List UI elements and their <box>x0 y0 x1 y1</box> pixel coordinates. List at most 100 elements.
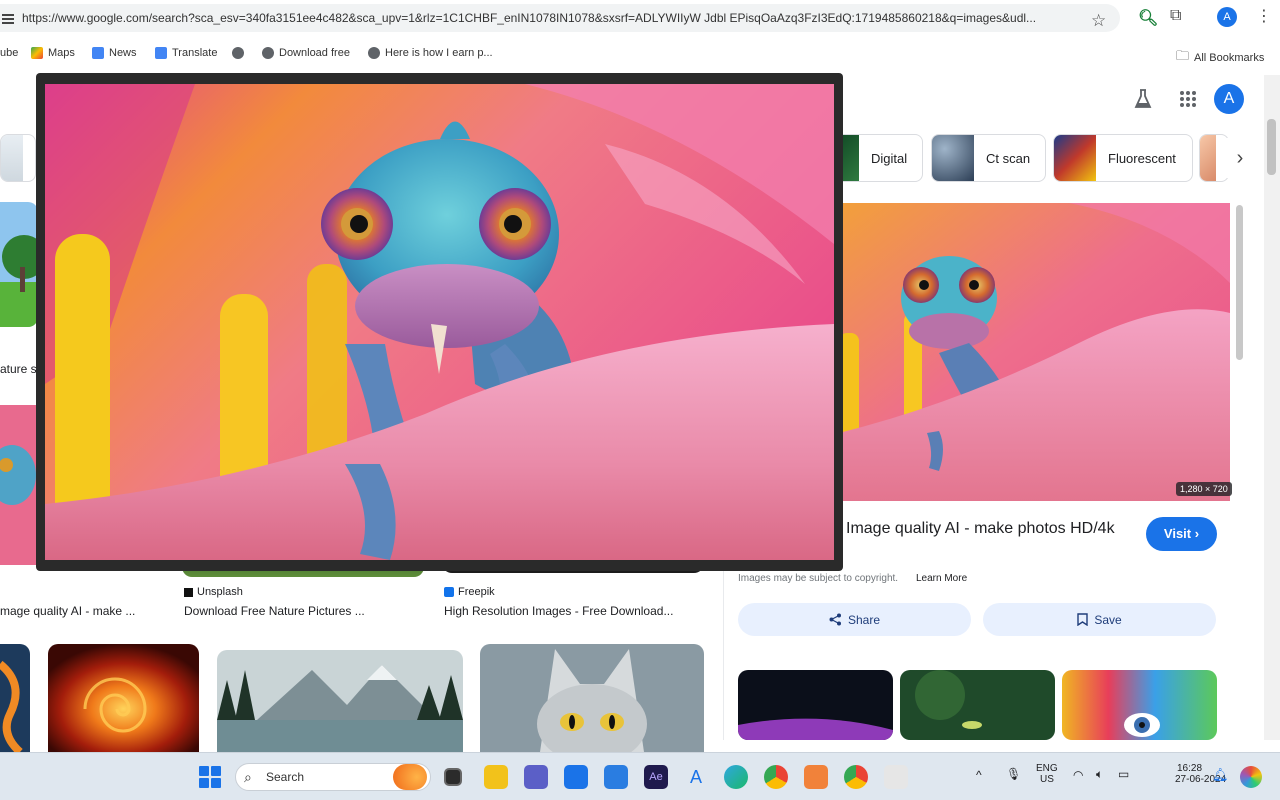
visit-label: Visit <box>1163 526 1192 541</box>
chip-fluorescent[interactable]: Fluorescent <box>1053 134 1193 182</box>
battery-icon[interactable]: ▭ <box>1118 767 1129 781</box>
xampp-icon[interactable] <box>804 765 828 789</box>
zoomed-chameleon-image[interactable] <box>45 84 834 560</box>
save-label: Save <box>1094 612 1122 627</box>
search-highlight-icon[interactable] <box>393 764 427 790</box>
tray-chevron-icon[interactable]: ^ <box>976 768 982 782</box>
result-source-unsplash[interactable]: Unsplash <box>184 586 243 598</box>
page-scrollbar-thumb[interactable] <box>1267 119 1276 175</box>
google-account-avatar[interactable]: A <box>1214 84 1244 114</box>
wifi-icon[interactable]: ◠ <box>1073 768 1083 782</box>
bookmark-news[interactable]: News <box>92 47 137 59</box>
unsplash-icon <box>184 587 193 597</box>
chip-label: Fluorescent <box>1108 150 1176 166</box>
file-explorer-icon[interactable] <box>484 765 508 789</box>
preview-image-chameleon[interactable] <box>839 203 1230 501</box>
bookmark-star-icon[interactable]: ☆ <box>1091 11 1106 31</box>
chip-thumbnail <box>1200 135 1216 181</box>
chameleon-zoom-art <box>45 84 834 560</box>
chrome-profile-icon[interactable] <box>844 765 868 789</box>
task-view-icon[interactable] <box>444 768 462 786</box>
translate-app-icon[interactable]: A <box>684 765 708 789</box>
bookmark-save-icon <box>1077 613 1089 626</box>
chip-thumbnail <box>1054 135 1096 181</box>
bookmark-maps[interactable]: Maps <box>31 47 75 59</box>
bookmark-youtube[interactable]: ube <box>0 47 18 59</box>
source-label: Freepik <box>458 586 495 598</box>
snipping-tool-icon[interactable] <box>884 765 908 789</box>
bookmark-label: Download free <box>279 47 350 59</box>
mountain-lake-image <box>217 650 463 752</box>
learn-more-link[interactable]: Learn More <box>916 573 967 584</box>
google-lens-icon[interactable]: 🔍︎ <box>1138 8 1158 28</box>
chameleon-preview-art <box>839 203 1230 501</box>
save-button[interactable]: Save <box>983 603 1216 636</box>
bookmark-translate[interactable]: Translate <box>155 47 217 59</box>
panel-scrollbar-thumb[interactable] <box>1236 205 1243 360</box>
windows-start-icon[interactable] <box>199 766 221 788</box>
result-title-freepik[interactable]: High Resolution Images - Free Download..… <box>444 604 706 618</box>
related-image-rainbow-face[interactable] <box>1062 670 1217 740</box>
site-info-icon[interactable] <box>2 14 14 24</box>
all-bookmarks[interactable]: 🗀 All Bookmarks <box>1176 47 1264 69</box>
chip-ct-scan[interactable]: Ct scan <box>931 134 1046 182</box>
result-image-nature-tree[interactable] <box>0 202 38 327</box>
notification-bell-icon[interactable]: 🔔︎ <box>1212 767 1229 783</box>
address-bar-row: https://www.google.com/search?sca_esv=34… <box>0 0 1280 36</box>
bookmark-globe[interactable] <box>232 47 244 59</box>
chips-next-chevron-icon[interactable]: › <box>1222 138 1258 178</box>
google-apps-icon[interactable] <box>1180 91 1196 107</box>
browser-menu-icon[interactable]: ⋮ <box>1256 6 1272 26</box>
volume-icon[interactable]: 🔈︎ <box>1096 767 1103 782</box>
mail-icon[interactable] <box>564 765 588 789</box>
address-bar[interactable]: https://www.google.com/search?sca_esv=34… <box>0 4 1120 32</box>
bookmark-label: News <box>109 47 137 59</box>
after-effects-icon[interactable]: Ae <box>644 765 668 789</box>
labs-flask-icon[interactable] <box>1134 89 1152 109</box>
copilot-icon[interactable] <box>1240 766 1262 788</box>
bookmark-download-free[interactable]: Download free <box>262 47 350 59</box>
result-image-mountain-lake[interactable] <box>217 650 463 752</box>
result-image-silver-cat[interactable] <box>480 644 704 752</box>
related-image-dark-purple[interactable] <box>738 670 893 740</box>
abstract-image <box>0 644 30 752</box>
chip-partial-left[interactable] <box>0 134 36 182</box>
chrome-icon[interactable] <box>764 765 788 789</box>
globe-icon <box>368 47 380 59</box>
taskbar-search-label: Search <box>266 770 305 784</box>
extensions-icon[interactable]: ⧉ <box>1170 7 1181 25</box>
bookmarks-bar: ube Maps News Translate Download free He… <box>0 40 1280 68</box>
result-source-freepik[interactable]: Freepik <box>444 586 495 598</box>
preview-title[interactable]: Image quality AI - make photos HD/4k <box>846 520 1115 538</box>
related-image-green-lizard[interactable] <box>900 670 1055 740</box>
globe-icon <box>232 47 244 59</box>
result-image-fire-swirl[interactable] <box>48 644 199 752</box>
result-title-unsplash[interactable]: Download Free Nature Pictures ... <box>184 604 414 618</box>
rainbow-face-image <box>1062 670 1217 740</box>
result-image-chameleon-left[interactable] <box>0 405 38 565</box>
teams-icon[interactable] <box>524 765 548 789</box>
url-text[interactable]: https://www.google.com/search?sca_esv=34… <box>22 11 1082 25</box>
dark-purple-image <box>738 670 893 740</box>
bookmark-earn[interactable]: Here is how I earn p... <box>368 47 493 59</box>
news-icon <box>92 47 104 59</box>
share-button[interactable]: Share <box>738 603 971 636</box>
translate-icon <box>155 47 167 59</box>
fire-swirl-image <box>48 644 199 752</box>
profile-avatar[interactable]: A <box>1217 7 1237 27</box>
folder-icon: 🗀 <box>1176 48 1190 63</box>
visit-button[interactable]: Visit › <box>1146 517 1217 551</box>
result-caption-partial[interactable]: ature s <box>0 362 38 376</box>
maps-icon <box>31 47 43 59</box>
microphone-icon[interactable]: 🎙︎ <box>1006 767 1021 781</box>
bookmark-label: All Bookmarks <box>1194 52 1265 64</box>
silver-cat-image <box>480 644 704 752</box>
result-image-abstract-orange[interactable] <box>0 644 30 752</box>
store-icon[interactable] <box>604 765 628 789</box>
edge-icon[interactable] <box>724 765 748 789</box>
globe-icon <box>262 47 274 59</box>
result-title-left[interactable]: mage quality AI - make ... <box>0 604 150 618</box>
freepik-icon <box>444 587 454 597</box>
language-indicator[interactable]: ENG US <box>1036 763 1058 785</box>
image-dimensions-badge: 1,280 × 720 <box>1176 482 1232 496</box>
